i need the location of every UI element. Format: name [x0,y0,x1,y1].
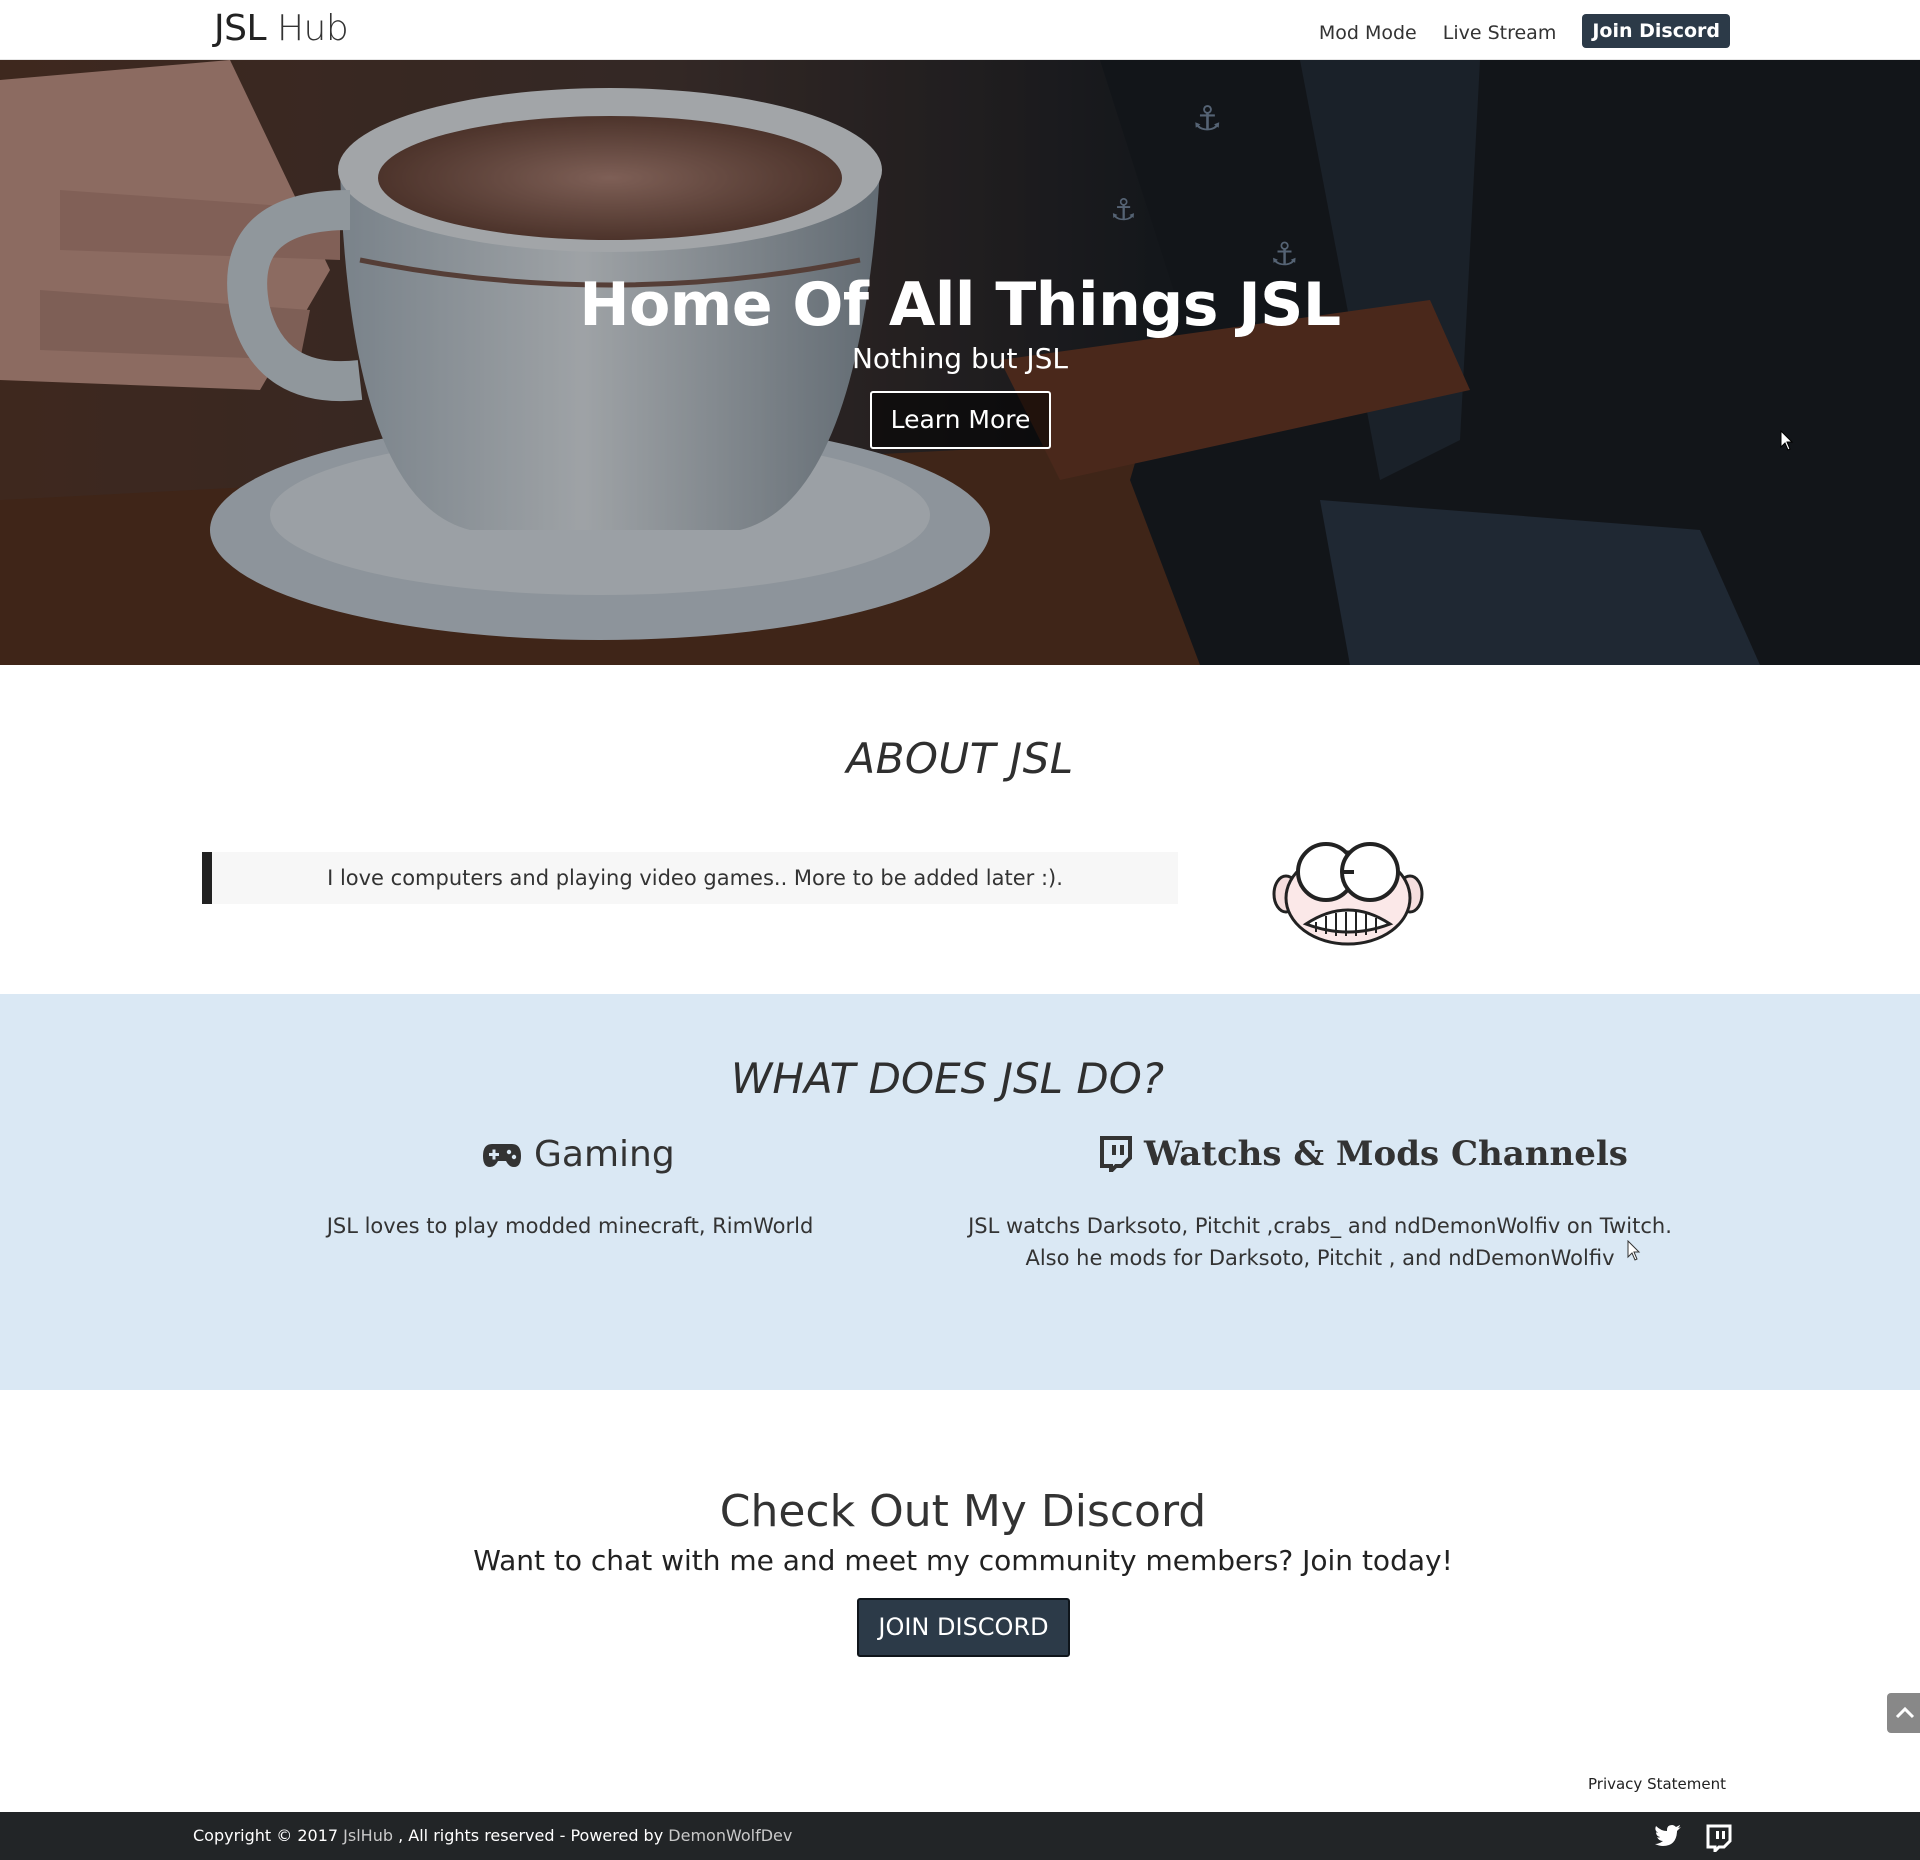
what-does-section: WHAT DOES JSL DO? Gaming JSL loves to pl… [0,994,1920,1390]
what-does-title: WHAT DOES JSL DO? [730,1054,1165,1103]
discord-subtitle: Want to chat with me and meet my communi… [473,1544,1453,1577]
brand-logo[interactable]: JSL Hub [214,8,349,49]
nav-link-mod-mode[interactable]: Mod Mode [1319,22,1417,44]
gaming-text: JSL loves to play modded minecraft, RimW… [326,1214,814,1238]
gamepad-icon [483,1143,521,1167]
discord-title: Check Out My Discord [719,1486,1207,1537]
chevron-up-icon [1895,1706,1915,1719]
twitch-icon[interactable] [1706,1824,1732,1852]
twitter-icon[interactable] [1654,1824,1682,1848]
footer-dev-link[interactable]: DemonWolfDev [668,1826,792,1845]
gaming-title: Gaming [534,1134,675,1175]
about-quote-block: I love computers and playing video games… [202,852,1178,904]
about-quote-text: I love computers and playing video games… [327,866,1063,890]
nav-links: Mod Mode Live Stream Join Discord [1319,14,1730,48]
hero-subtitle: Nothing but JSL [851,342,1069,375]
watch-text: JSL watchs Darksoto, Pitchit ,crabs_ and… [960,1210,1680,1274]
watch-heading: Watchs & Mods Channels [1100,1134,1628,1174]
join-discord-button[interactable]: JOIN DISCORD [857,1598,1070,1657]
watch-title: Watchs & Mods Channels [1144,1134,1628,1174]
scroll-to-top-button[interactable] [1887,1693,1920,1733]
mouse-cursor-icon [1780,430,1794,451]
learn-more-button[interactable]: Learn More [870,391,1051,449]
footer-social-icons [1654,1824,1732,1852]
avatar [1272,842,1424,946]
hero-title: Home Of All Things JSL [579,270,1341,340]
hero-banner: ⚓ ⚓ ⚓ Home Of All Things JSL Nothing but… [0,60,1920,665]
twitch-icon [1100,1136,1132,1172]
copyright-middle: , All rights reserved - Powered by [398,1826,664,1845]
nav-join-discord-button[interactable]: Join Discord [1582,14,1730,48]
gaming-heading: Gaming [482,1134,675,1175]
mouse-pointer-icon [1627,1240,1641,1261]
navbar: JSL Hub Mod Mode Live Stream Join Discor… [0,0,1920,60]
footer-copyright: Copyright © 2017 JslHub , All rights res… [193,1826,792,1845]
about-title: ABOUT JSL [846,734,1074,783]
nav-link-live-stream[interactable]: Live Stream [1443,22,1557,44]
brand-main: JSL [214,8,267,49]
watch-text-line-1: JSL watchs Darksoto, Pitchit ,crabs_ and… [968,1214,1672,1238]
brand-sub: Hub [276,8,349,49]
watch-text-line-2: Also he mods for Darksoto, Pitchit , and… [1025,1246,1615,1270]
copyright-prefix: Copyright © 2017 [193,1826,339,1845]
privacy-statement-link[interactable]: Privacy Statement [1588,1775,1726,1793]
footer: Copyright © 2017 JslHub , All rights res… [0,1812,1920,1860]
footer-site-link[interactable]: JslHub [343,1826,393,1845]
